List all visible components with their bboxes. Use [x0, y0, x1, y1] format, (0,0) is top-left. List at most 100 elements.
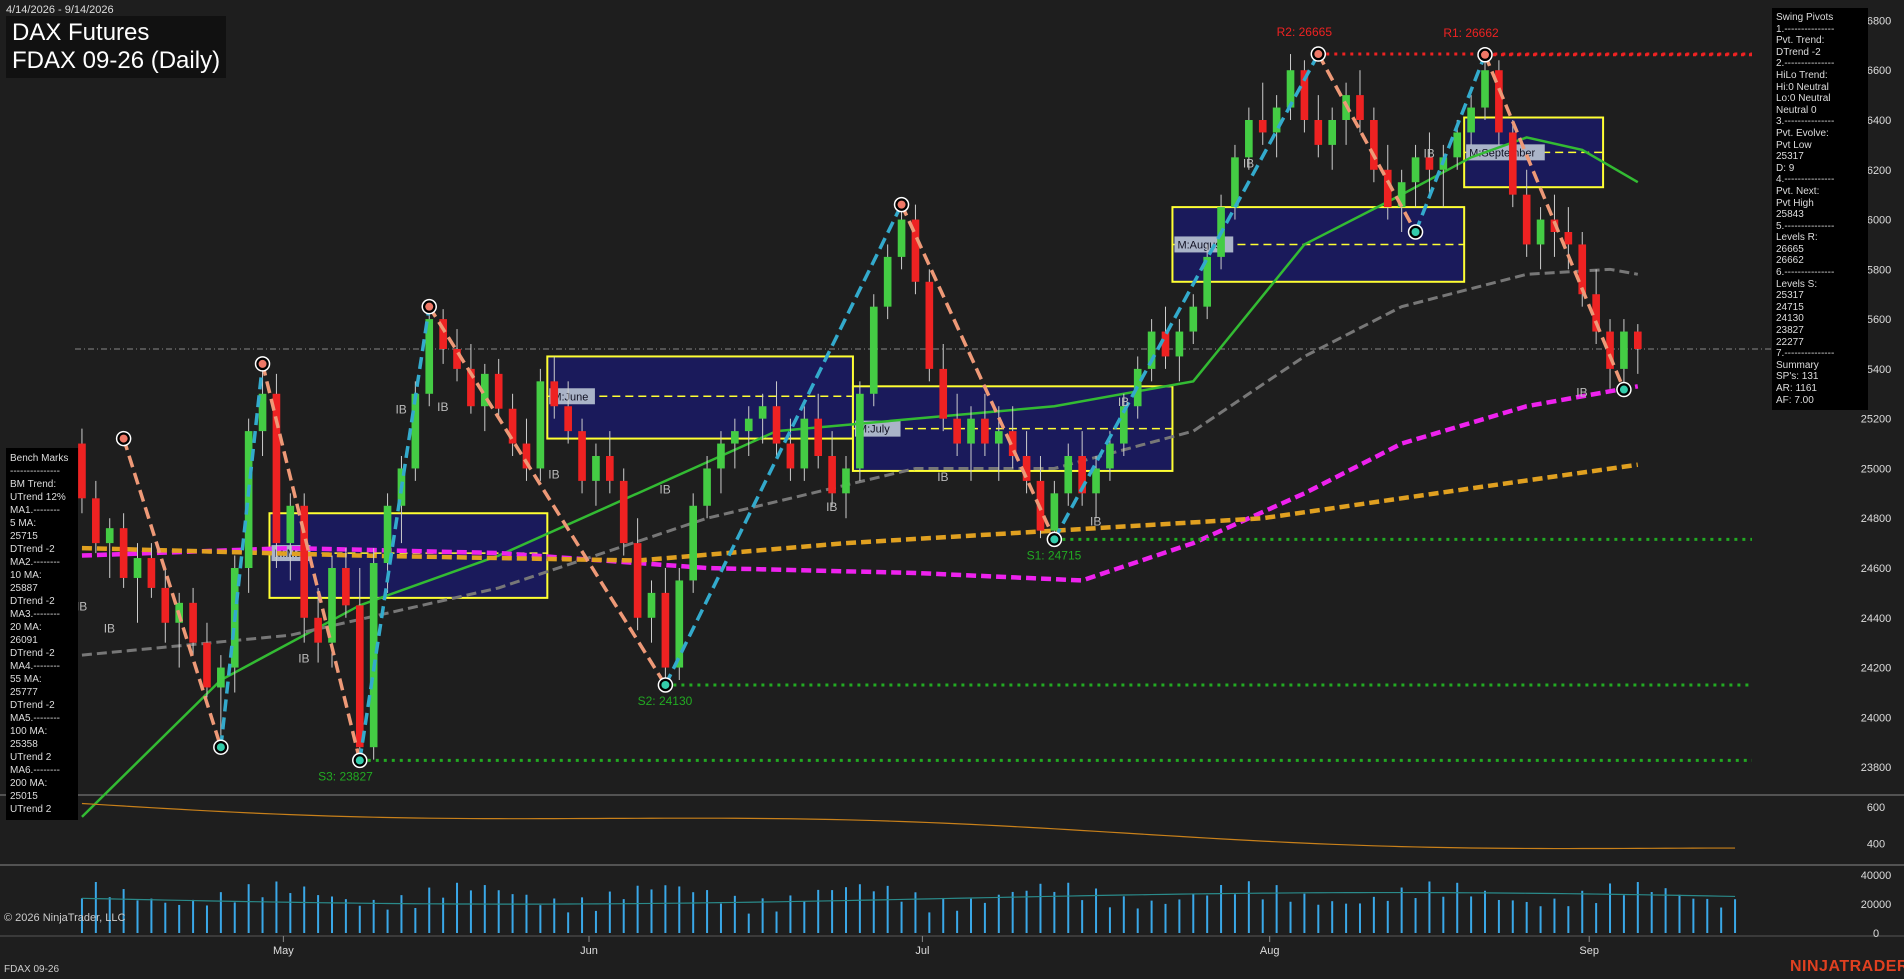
swing_pivots-line: 6.--------------- — [1776, 267, 1835, 279]
ind2-tick-label: 20000 — [1861, 899, 1892, 911]
candle-body — [1092, 468, 1100, 494]
candle-body — [786, 443, 795, 469]
benchmarks-line: DTrend -2 — [10, 700, 55, 711]
candle-body — [1411, 157, 1420, 183]
ind1-tick-label: 400 — [1867, 839, 1885, 851]
x-tick-label: May — [273, 945, 294, 957]
swing_pivots-line: 4.--------------- — [1776, 174, 1835, 186]
ib-label: IB — [937, 470, 948, 484]
candle-body — [550, 381, 559, 407]
candle-body — [689, 505, 697, 581]
y-tick-label: 24600 — [1861, 563, 1892, 575]
x-tick-label: Jun — [580, 945, 598, 957]
benchmarks-line: 25777 — [10, 687, 38, 698]
candle-body — [717, 443, 725, 469]
candle-body — [647, 592, 656, 618]
candle-body — [1050, 493, 1059, 531]
ib-label: IB — [1576, 385, 1587, 399]
pivot-marker-dot — [897, 200, 906, 209]
candle-body — [800, 418, 809, 469]
ib-label: IB — [298, 652, 309, 666]
swing_pivots-line: Pvt. Evolve: — [1776, 127, 1829, 139]
candle-body — [842, 468, 850, 494]
swing_pivots-line: 25317 — [1776, 290, 1804, 302]
candle-body — [342, 568, 350, 606]
candle-body — [133, 558, 142, 578]
benchmarks-line: MA5.-------- — [10, 713, 60, 724]
swing_pivots-line: 2.--------------- — [1776, 58, 1835, 70]
benchmarks-panel: Bench Marks --------------- BM Trend: UTren… — [6, 448, 78, 820]
benchmarks-line: 20 MA: — [10, 622, 42, 633]
candle-body — [592, 456, 600, 481]
level-label: R2: 26665 — [1277, 25, 1333, 39]
candle-body — [633, 543, 642, 618]
y-tick-label: 23800 — [1861, 762, 1892, 774]
candle-body — [1161, 331, 1170, 357]
candle-body — [1578, 244, 1587, 295]
candle-body — [953, 418, 961, 444]
pivot-marker-dot — [258, 359, 267, 368]
candle-body — [161, 587, 170, 623]
pivot-marker-dot — [119, 434, 128, 443]
candle-body — [856, 393, 864, 469]
level-label: S1: 24715 — [1027, 548, 1082, 562]
swing_pivots-line: 5.--------------- — [1776, 220, 1835, 232]
candle-body — [578, 431, 586, 481]
candle-body — [453, 348, 461, 369]
candle-body — [1356, 95, 1364, 120]
candle-body — [744, 418, 753, 432]
x-tick-label: Jul — [915, 945, 929, 957]
ib-label: IB — [1423, 146, 1434, 160]
candle-body — [1106, 443, 1114, 469]
benchmarks-line: 10 MA: — [10, 570, 42, 581]
candle-body — [1620, 331, 1628, 369]
swing_pivots-line: Pvt Low — [1776, 139, 1812, 151]
benchmarks-line: 100 MA: — [10, 726, 48, 737]
ib-label: IB — [1243, 156, 1254, 170]
swing_pivots-line: 22277 — [1776, 336, 1804, 348]
y-tick-label: 24400 — [1861, 613, 1892, 625]
candle-body — [105, 528, 114, 544]
candle-body — [217, 667, 225, 688]
swing_pivots-line: AR: 1161 — [1776, 383, 1817, 394]
ib-label: IB — [548, 467, 559, 481]
benchmarks-line: MA3.-------- — [10, 609, 60, 620]
x-tick-label: Aug — [1260, 945, 1280, 957]
benchmarks-line: MA4.-------- — [10, 661, 60, 672]
pivot-marker-dot — [1411, 228, 1420, 236]
candle-body — [828, 456, 836, 494]
pivot-marker-dot — [1481, 50, 1490, 59]
swing-pivots-panel: Swing Pivots 1.--------------- Pvt. Trend:… — [1772, 8, 1868, 411]
benchmarks-line: UTrend 2 — [10, 752, 52, 763]
monthly-box-label: M:August — [1177, 239, 1223, 251]
pivot-marker-dot — [355, 756, 364, 765]
swing_pivots-line: Hi:0 Neutral — [1776, 81, 1829, 93]
candle-body — [564, 406, 572, 432]
swing_pivots-line: 24130 — [1776, 313, 1804, 325]
candle-body — [1522, 194, 1531, 245]
contract-name: FDAX 09-26 (Daily) — [12, 47, 221, 74]
y-tick-label: 24000 — [1861, 712, 1892, 724]
candle-body — [78, 443, 86, 499]
candle-body — [1245, 120, 1253, 158]
candle-body — [286, 505, 295, 544]
candle-body — [925, 281, 934, 369]
candle-body — [1508, 132, 1517, 195]
pivot-marker-dot — [216, 743, 225, 752]
benchmarks-line: BM Trend: — [10, 479, 57, 490]
candle-body — [939, 368, 948, 419]
x-tick-label: Sep — [1579, 945, 1599, 957]
swing_pivots-line: 7.--------------- — [1776, 348, 1835, 360]
candle-body — [981, 418, 989, 444]
benchmarks-line: DTrend -2 — [10, 544, 55, 555]
brand-logo: NINJATRADER — [1790, 958, 1904, 975]
swing_pivots-line: Pvt. Next: — [1776, 185, 1820, 197]
candle-body — [814, 418, 823, 456]
candle-body — [1328, 120, 1337, 145]
ind1-tick-label: 600 — [1867, 802, 1885, 814]
ib-label: IB — [104, 622, 115, 636]
candle-body — [314, 617, 322, 643]
ib-label: IB — [1090, 515, 1101, 529]
price-chart[interactable]: M:MayM:JuneM:JulyM:AugustM:September R2:… — [0, 0, 1904, 979]
benchmarks-line: MA1.-------- — [10, 505, 60, 516]
